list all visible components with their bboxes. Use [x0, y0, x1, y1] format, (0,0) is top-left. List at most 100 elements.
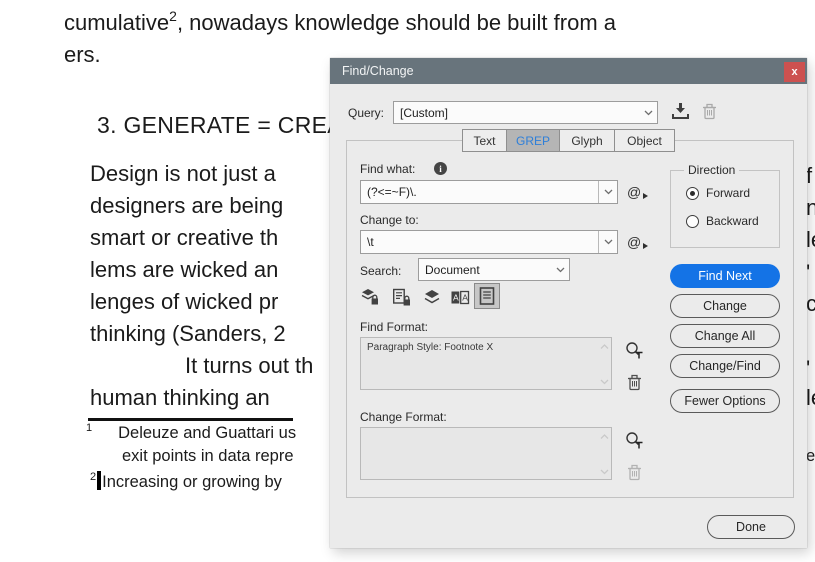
doc-line[interactable]: human thinking an — [90, 385, 270, 411]
footnote-line[interactable]: 2Increasing or growing by — [90, 471, 282, 492]
doc-line[interactable]: Design is not just a — [90, 161, 276, 187]
find-format-value: Paragraph Style: Footnote X — [367, 342, 493, 353]
flyout-triangle-icon — [643, 243, 648, 249]
radio-selected-icon — [686, 187, 699, 200]
close-icon: x — [791, 66, 797, 78]
specify-find-attributes-button[interactable] — [624, 340, 644, 360]
change-format-label: Change Format: — [360, 410, 447, 424]
include-master-pages-toggle[interactable]: A A — [447, 284, 473, 310]
change-format-box[interactable] — [360, 427, 612, 480]
footnote-line[interactable]: 1Deleuze and Guattari us — [86, 422, 296, 443]
save-query-icon — [671, 102, 690, 120]
query-label: Query: — [348, 106, 384, 120]
include-locked-stories-toggle[interactable] — [388, 284, 414, 310]
find-format-box[interactable]: Paragraph Style: Footnote X — [360, 337, 612, 390]
master-pages-icon: A A — [450, 288, 470, 307]
delete-query-button[interactable] — [702, 102, 717, 123]
layers-icon — [422, 288, 442, 307]
change-to-input[interactable]: \t — [360, 230, 618, 254]
direction-backward-radio[interactable]: Backward — [686, 214, 759, 228]
locked-story-icon — [391, 288, 412, 307]
change-all-button[interactable]: Change All — [670, 324, 780, 348]
clear-change-attributes-button-disabled — [624, 462, 644, 482]
scroll-down-icon — [600, 374, 609, 388]
text-fragment: le — [806, 385, 815, 411]
direction-fieldset — [670, 170, 780, 248]
change-to-value: \t — [367, 235, 374, 249]
radio-label: Backward — [706, 214, 759, 228]
find-next-button[interactable]: Find Next — [670, 264, 780, 288]
text-fragment: e — [806, 447, 815, 466]
find-what-value: (?<=~F)\. — [367, 185, 417, 199]
chevron-down-icon[interactable] — [551, 259, 569, 280]
search-scope-value: Document — [425, 263, 480, 277]
footnote-line[interactable]: exit points in data repre — [122, 447, 294, 466]
radio-label: Forward — [706, 186, 750, 200]
direction-legend: Direction — [684, 163, 739, 177]
direction-forward-radio[interactable]: Forward — [686, 186, 750, 200]
clear-find-attributes-button[interactable] — [624, 372, 644, 392]
doc-line[interactable]: cumulative2, nowadays knowledge should b… — [64, 8, 616, 36]
special-characters-find-button[interactable]: @ — [627, 184, 641, 200]
tab-grep[interactable]: GREP — [506, 129, 560, 152]
tab-object[interactable]: Object — [614, 129, 675, 152]
change-find-button[interactable]: Change/Find — [670, 354, 780, 378]
change-to-label: Change to: — [360, 213, 419, 227]
doc-line[interactable]: lems are wicked an — [90, 257, 278, 283]
text-fragment: c — [806, 291, 815, 317]
footnote-ref-2[interactable]: 2 — [169, 8, 177, 24]
doc-line[interactable]: lenges of wicked pr — [90, 289, 278, 315]
dialog-titlebar[interactable]: Find/Change x — [330, 58, 807, 84]
chevron-down-icon[interactable] — [639, 102, 657, 123]
info-icon[interactable]: i — [434, 162, 447, 175]
magnifier-T-icon — [625, 431, 644, 450]
doc-line[interactable]: designers are being — [90, 193, 283, 219]
save-query-button[interactable] — [671, 102, 690, 123]
query-dropdown[interactable]: [Custom] — [393, 101, 658, 124]
scroll-up-icon — [600, 339, 609, 353]
doc-line[interactable]: thinking (Sanders, 2 — [90, 321, 286, 347]
doc-line[interactable]: ers. — [64, 42, 101, 68]
flyout-triangle-icon — [643, 193, 648, 199]
fewer-options-button[interactable]: Fewer Options — [670, 389, 780, 413]
scroll-up-icon — [600, 429, 609, 443]
include-footnotes-toggle[interactable] — [474, 283, 500, 309]
include-hidden-layers-toggle[interactable] — [419, 284, 445, 310]
radio-unselected-icon — [686, 215, 699, 228]
footnote-separator — [88, 418, 293, 421]
locked-layers-icon — [359, 288, 380, 307]
specify-change-attributes-button[interactable] — [624, 430, 644, 450]
scroll-down-icon — [600, 464, 609, 478]
magnifier-T-icon — [625, 341, 644, 360]
include-locked-layers-toggle[interactable] — [356, 284, 382, 310]
text-fragment: le — [806, 227, 815, 253]
trash-icon — [702, 102, 717, 120]
at-icon: @ — [627, 184, 641, 200]
find-format-label: Find Format: — [360, 320, 428, 334]
at-icon: @ — [627, 234, 641, 250]
trash-icon — [627, 463, 642, 481]
doc-heading[interactable]: 3. GENERATE = CREA — [97, 112, 343, 139]
tab-glyph[interactable]: Glyph — [559, 129, 615, 152]
find-what-input[interactable]: (?<=~F)\. — [360, 180, 618, 204]
query-value: [Custom] — [400, 106, 448, 120]
special-characters-change-button[interactable]: @ — [627, 234, 641, 250]
close-button[interactable]: x — [784, 62, 805, 82]
dialog-title: Find/Change — [342, 58, 414, 84]
doc-line[interactable]: smart or creative th — [90, 225, 278, 251]
find-what-label: Find what: — [360, 162, 415, 176]
svg-text:A: A — [462, 292, 468, 302]
tab-text[interactable]: Text — [462, 129, 507, 152]
done-button[interactable]: Done — [707, 515, 795, 539]
chevron-down-icon[interactable] — [598, 181, 617, 203]
search-scope-dropdown[interactable]: Document — [418, 258, 570, 281]
text-fragment: n — [806, 195, 815, 221]
doc-line[interactable]: It turns out th — [185, 353, 313, 379]
trash-icon — [627, 373, 642, 391]
search-label: Search: — [360, 264, 401, 278]
find-change-dialog: Find/Change x Query: [Custom] Text GREP … — [330, 58, 807, 548]
change-button[interactable]: Change — [670, 294, 780, 318]
text-cursor — [97, 471, 101, 490]
chevron-down-icon[interactable] — [598, 231, 617, 253]
svg-text:A: A — [453, 292, 459, 302]
